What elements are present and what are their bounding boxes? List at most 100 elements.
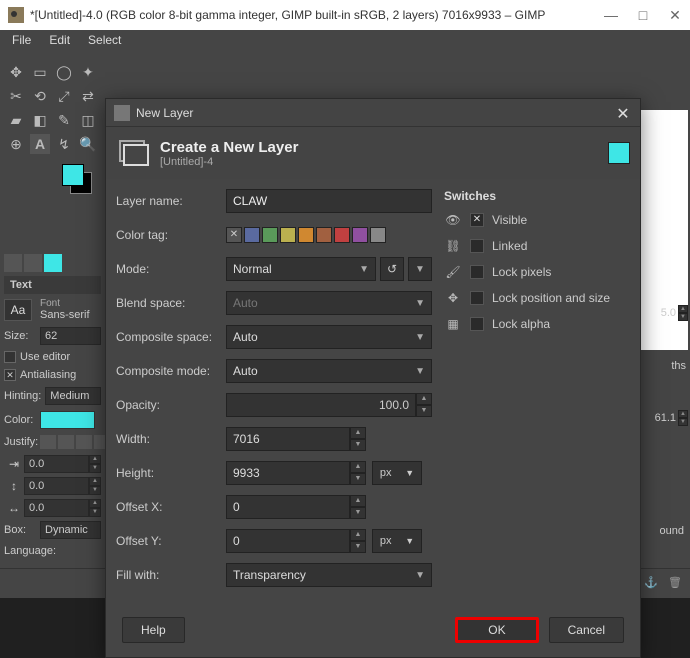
gradient-tool[interactable]: ◧ (30, 110, 50, 130)
brush-tool[interactable]: ✎ (54, 110, 74, 130)
color-tag-1[interactable] (244, 227, 260, 243)
letter-spacing-slider[interactable]: 0.0 (24, 499, 89, 517)
opacity-slider[interactable]: 100.0 (226, 393, 416, 417)
offsety-down[interactable]: ▼ (350, 541, 366, 553)
size-input[interactable] (40, 327, 101, 345)
color-tag-3[interactable] (280, 227, 296, 243)
composite-mode-dropdown[interactable]: Auto▼ (226, 359, 432, 383)
clone-tool[interactable]: ⊕ (6, 134, 26, 154)
menu-select[interactable]: Select (80, 31, 129, 49)
foreground-swatch[interactable] (62, 164, 84, 186)
font-preview-icon[interactable]: Aa (4, 299, 32, 321)
path-tool[interactable]: ↯ (54, 134, 74, 154)
color-tag-2[interactable] (262, 227, 278, 243)
scale-tool[interactable]: ⤢ (54, 86, 74, 106)
spacing-down[interactable]: ▼ (89, 486, 101, 495)
layer-name-input[interactable] (226, 189, 432, 213)
offset-unit-dropdown[interactable]: px▼ (372, 529, 422, 553)
offsetx-down[interactable]: ▼ (350, 507, 366, 519)
justify-center-icon[interactable] (58, 435, 74, 449)
width-input[interactable]: 7016 (226, 427, 350, 451)
linked-checkbox[interactable] (470, 239, 484, 253)
wand-tool[interactable]: ✦ (78, 62, 98, 82)
options-tab-icon2[interactable] (24, 254, 42, 272)
justify-right-icon[interactable] (76, 435, 92, 449)
blend-space-dropdown: Auto▼ (226, 291, 432, 315)
offsetx-input[interactable]: 0 (226, 495, 350, 519)
flip-tool[interactable]: ⇄ (78, 86, 98, 106)
color-label: Color: (4, 414, 36, 426)
height-down[interactable]: ▼ (350, 473, 366, 485)
box-value[interactable]: Dynamic (40, 521, 101, 539)
line-spacing-slider[interactable]: 0.0 (24, 477, 89, 495)
indent-up[interactable]: ▲ (89, 455, 101, 464)
lspacing-down[interactable]: ▼ (89, 508, 101, 517)
width-down[interactable]: ▼ (350, 439, 366, 451)
minimize-button[interactable]: — (604, 8, 618, 22)
color-tag-8[interactable] (370, 227, 386, 243)
indent-down[interactable]: ▼ (89, 464, 101, 473)
right-value-2: ths (640, 360, 688, 372)
status-icon-8[interactable]: 🗑 (668, 576, 684, 592)
mode-dropdown[interactable]: Normal▼ (226, 257, 376, 281)
color-tag-4[interactable] (298, 227, 314, 243)
antialiasing-checkbox[interactable] (4, 369, 16, 381)
lock-position-label: Lock position and size (492, 291, 610, 305)
bucket-tool[interactable]: ▰ (6, 110, 26, 130)
cancel-button[interactable]: Cancel (549, 617, 624, 643)
lock-pixels-checkbox[interactable] (470, 265, 484, 279)
mode-menu-button[interactable]: ▼ (408, 257, 432, 281)
lasso-tool[interactable]: ◯ (54, 62, 74, 82)
size-unit-dropdown[interactable]: px▼ (372, 461, 422, 485)
visible-checkbox[interactable] (470, 213, 484, 227)
maximize-button[interactable]: □ (636, 8, 650, 22)
width-up[interactable]: ▲ (350, 427, 366, 439)
spacing-up[interactable]: ▲ (89, 477, 101, 486)
opacity-down[interactable]: ▼ (416, 405, 432, 417)
font-value[interactable]: Sans-serif (40, 309, 101, 321)
text-tool[interactable]: A (30, 134, 50, 154)
close-window-button[interactable]: ✕ (668, 8, 682, 22)
mode-reset-button[interactable]: ↺ (380, 257, 404, 281)
crop-tool[interactable]: ✂ (6, 86, 26, 106)
help-button[interactable]: Help (122, 617, 185, 643)
text-color-well[interactable] (40, 411, 95, 429)
mode-label: Mode: (116, 262, 226, 276)
status-icon-7[interactable]: ⚓ (644, 576, 660, 592)
opacity-up[interactable]: ▲ (416, 393, 432, 405)
height-label: Height: (116, 466, 226, 480)
ok-button[interactable]: OK (455, 617, 538, 643)
lock-position-checkbox[interactable] (470, 291, 484, 305)
height-up[interactable]: ▲ (350, 461, 366, 473)
eraser-tool[interactable]: ◫ (78, 110, 98, 130)
justify-left-icon[interactable] (40, 435, 56, 449)
menu-edit[interactable]: Edit (41, 31, 78, 49)
rotate-tool[interactable]: ⟲ (30, 86, 50, 106)
offsety-up[interactable]: ▲ (350, 529, 366, 541)
alpha-icon: ▦ (444, 315, 462, 333)
dialog-close-button[interactable]: ✕ (614, 104, 632, 122)
use-editor-checkbox[interactable] (4, 351, 16, 363)
options-tab-icon[interactable] (4, 254, 22, 272)
composite-space-dropdown[interactable]: Auto▼ (226, 325, 432, 349)
menu-file[interactable]: File (4, 31, 39, 49)
lock-alpha-checkbox[interactable] (470, 317, 484, 331)
height-input[interactable]: 9933 (226, 461, 350, 485)
offsety-input[interactable]: 0 (226, 529, 350, 553)
fill-dropdown[interactable]: Transparency▼ (226, 563, 432, 587)
options-tab-color[interactable] (44, 254, 62, 272)
color-tag-7[interactable] (352, 227, 368, 243)
zoom-tool[interactable]: 🔍 (78, 134, 98, 154)
indent-slider[interactable]: 0.0 (24, 455, 89, 473)
lspacing-up[interactable]: ▲ (89, 499, 101, 508)
color-tag-0[interactable] (226, 227, 242, 243)
color-tag-5[interactable] (316, 227, 332, 243)
composite-mode-label: Composite mode: (116, 364, 226, 378)
menubar: File Edit Select (0, 30, 690, 50)
move-tool[interactable]: ✥ (6, 62, 26, 82)
selection-tool[interactable]: ▭ (30, 62, 50, 82)
hinting-value[interactable]: Medium (45, 387, 101, 405)
offsetx-up[interactable]: ▲ (350, 495, 366, 507)
color-tag-6[interactable] (334, 227, 350, 243)
color-swatches[interactable] (62, 164, 102, 192)
